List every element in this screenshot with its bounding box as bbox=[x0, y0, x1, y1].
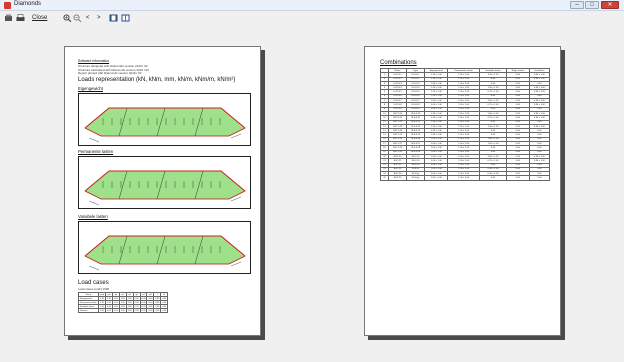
table-cell: 0.50 bbox=[132, 308, 141, 313]
app-icon bbox=[4, 2, 11, 9]
title-bar: Diamonds – □ ✕ bbox=[0, 0, 624, 11]
close-report-button[interactable]: Close bbox=[32, 14, 47, 22]
slab-diagram bbox=[84, 107, 246, 143]
zoom-out-button[interactable] bbox=[73, 14, 82, 22]
table-cell: Sneeuw bbox=[78, 308, 99, 313]
close-report-label: Close bbox=[32, 15, 48, 21]
table-cell: 1.00 bbox=[118, 308, 127, 313]
previous-page-button[interactable]: < bbox=[86, 14, 90, 22]
section-title-eigengewicht: Eigengewicht bbox=[78, 86, 103, 91]
table-row: Sneeuw 1.50 0.00 1.00 1.00 1.00 0.50 0.20 0.00 0.… bbox=[78, 308, 169, 313]
zoom-out-icon bbox=[73, 14, 82, 22]
open-button[interactable] bbox=[4, 14, 13, 22]
table-cell: 0.00 bbox=[528, 175, 551, 181]
table-cell: 0.20 bbox=[139, 308, 148, 313]
support-marker bbox=[88, 265, 100, 271]
slab-surface bbox=[84, 235, 246, 265]
table-cell: SLS-Qp bbox=[406, 175, 425, 181]
combinations-table: Name Type Eigengewicht Permanente lasten Var… bbox=[380, 67, 551, 181]
report-viewer[interactable]: Software information Structure designed … bbox=[0, 26, 624, 362]
table-cell: BGT-25 bbox=[387, 175, 408, 181]
table-cell: 0.00 bbox=[478, 175, 508, 181]
support-marker bbox=[88, 200, 100, 206]
single-page-icon bbox=[109, 14, 118, 22]
combinations-title: Combinations bbox=[380, 60, 417, 66]
slab-diagram bbox=[84, 170, 246, 206]
print-button[interactable] bbox=[16, 14, 25, 22]
load-diagram-eigengewicht bbox=[78, 93, 251, 146]
table-cell: 25 bbox=[380, 175, 389, 181]
load-cases-title: Load cases bbox=[78, 280, 109, 286]
table-cell: 0.00 bbox=[506, 175, 530, 181]
minimize-button[interactable]: – bbox=[570, 1, 584, 9]
table-cell: 1.00 bbox=[125, 308, 134, 313]
section-title-variabele: Variabele lasten bbox=[78, 214, 108, 219]
table-cell: 0.00 bbox=[146, 308, 155, 313]
single-page-view-button[interactable] bbox=[109, 14, 118, 22]
window-title: Diamonds bbox=[14, 1, 42, 7]
table-row: 25 BGT-25 SLS-Qp 1.00 x 1.00 1.00 x 1.00 0.00… bbox=[380, 175, 551, 181]
report-page-2: Combinations Name Type Eigengewicht Permane… bbox=[364, 46, 561, 336]
slab-surface bbox=[84, 170, 246, 200]
load-cases-caption: Load cases to EN 1990 bbox=[78, 287, 110, 291]
slab-diagram bbox=[84, 235, 246, 271]
close-window-button[interactable]: ✕ bbox=[601, 1, 619, 9]
loads-title: Loads representation (kN, kNm, mm, kN/m,… bbox=[78, 77, 236, 83]
table-cell: 1.00 x 1.00 bbox=[447, 175, 480, 181]
toolbar: Close < > bbox=[0, 11, 624, 25]
two-page-view-button[interactable] bbox=[121, 14, 130, 22]
table-cell: 0.00 bbox=[105, 308, 113, 313]
slab-surface bbox=[84, 107, 246, 137]
table-cell: 0.00 bbox=[160, 308, 169, 313]
two-page-icon bbox=[121, 14, 130, 22]
zoom-in-icon bbox=[63, 14, 72, 22]
report-page-1: Software information Structure designed … bbox=[64, 46, 261, 336]
software-line: Report printed with Diamonds version 201… bbox=[78, 71, 142, 75]
zoom-in-button[interactable] bbox=[63, 14, 72, 22]
next-page-button[interactable]: > bbox=[97, 14, 101, 22]
table-cell: 1.00 x 1.00 bbox=[423, 175, 449, 181]
section-title-permanente: Permanente lasten bbox=[78, 149, 114, 154]
print-icon bbox=[16, 14, 25, 21]
open-icon bbox=[5, 14, 12, 21]
load-diagram-variabele bbox=[78, 221, 251, 274]
load-diagram-permanente bbox=[78, 156, 251, 209]
load-cases-table: Name γsup γinf ψ0 ψ1 ψ2 ψ0 ψ1 ψ2 ξ Ψ Eigengewicht 1… bbox=[78, 292, 169, 313]
maximize-button[interactable]: □ bbox=[585, 1, 599, 9]
table-cell: 1.00 bbox=[111, 308, 120, 313]
table-cell: 0.00 bbox=[153, 308, 162, 313]
software-heading: Software information bbox=[78, 59, 110, 63]
table-cell: 1.50 bbox=[97, 308, 107, 313]
support-marker bbox=[88, 137, 100, 143]
